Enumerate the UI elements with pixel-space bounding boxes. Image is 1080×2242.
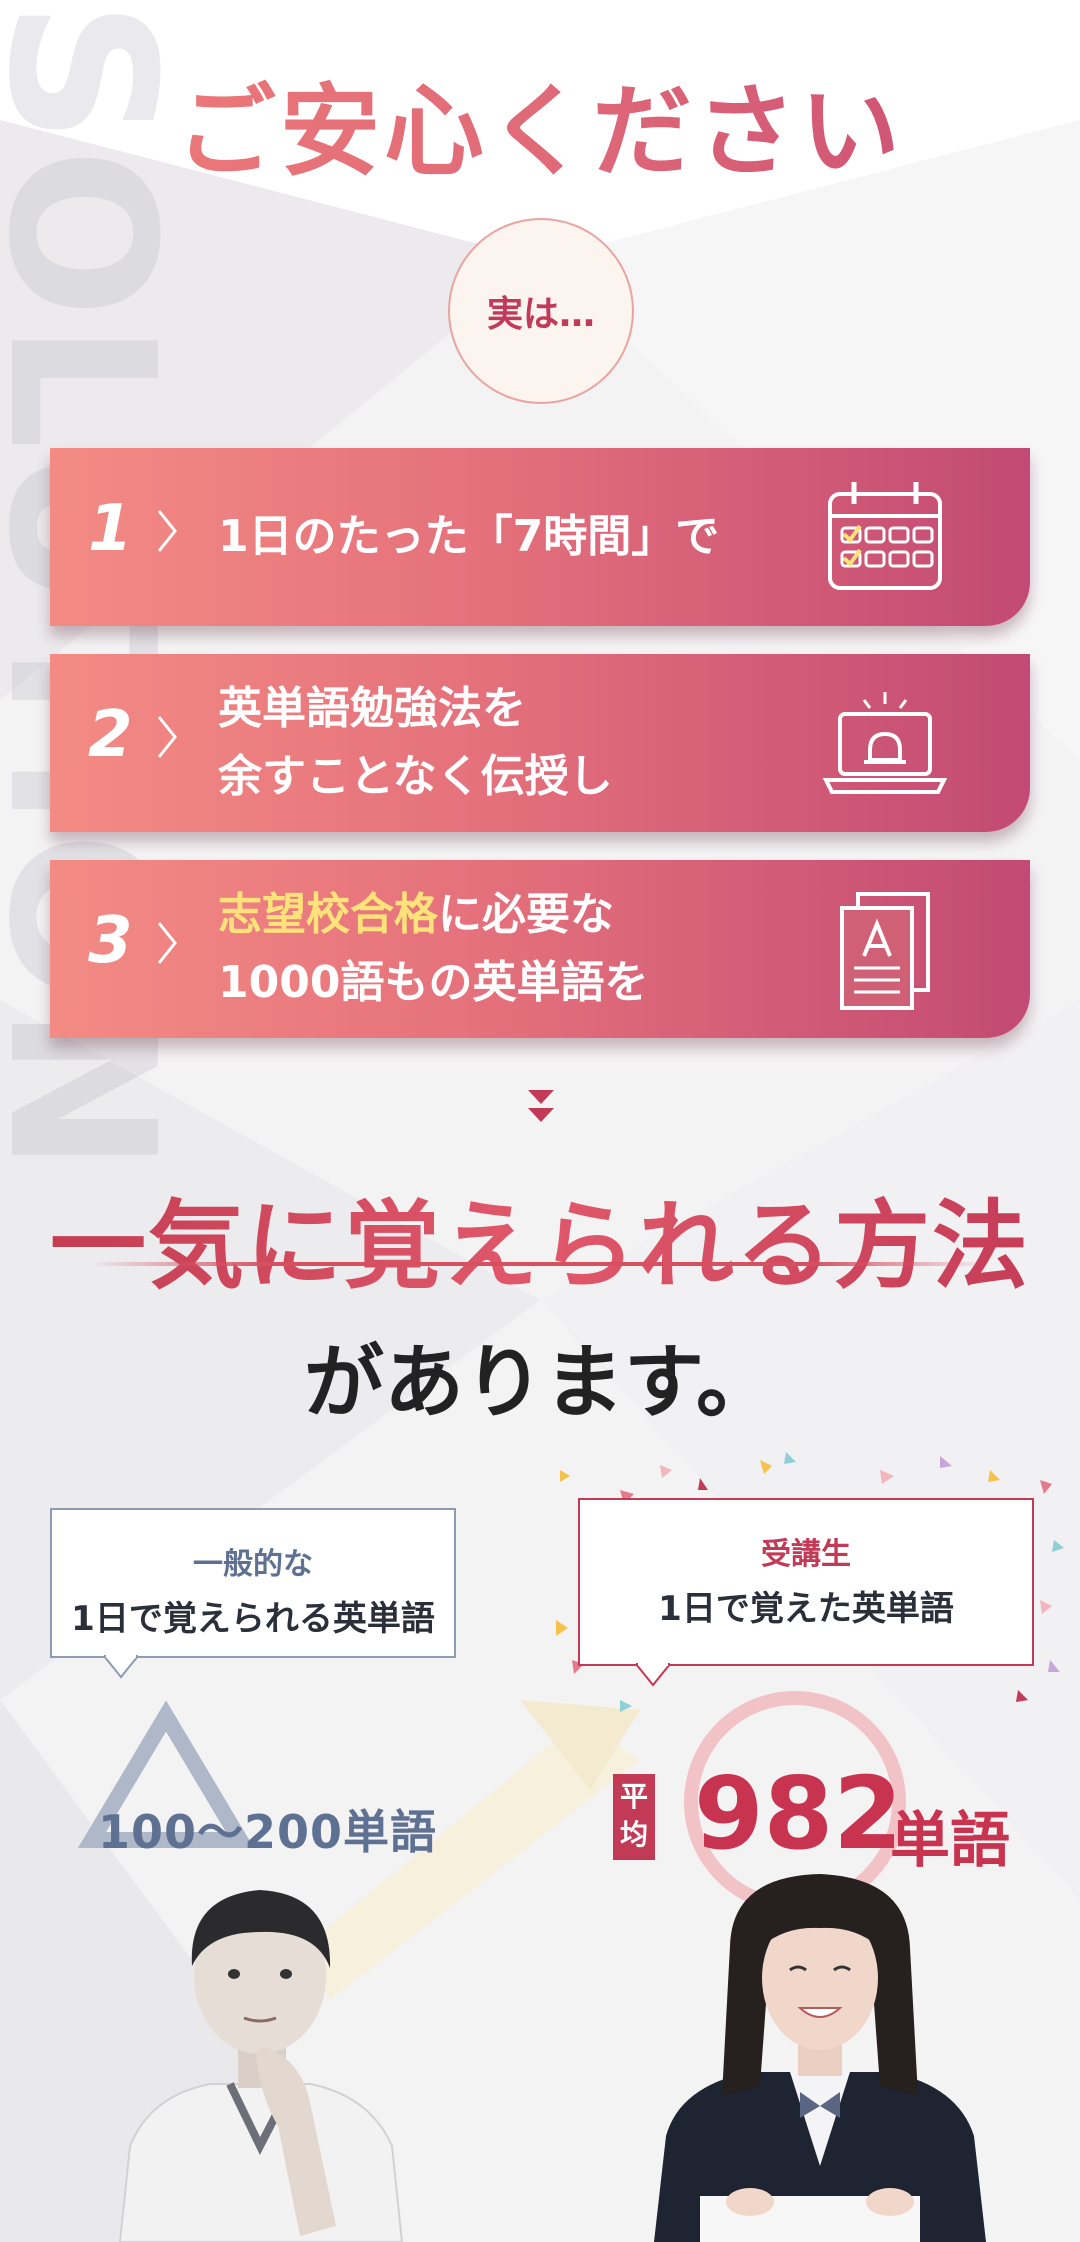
- general-label: 一般的な: [193, 1547, 313, 1582]
- main-heading: 一気に覚えられる方法: [0, 1168, 1080, 1307]
- student-label: 受講生: [761, 1537, 851, 1572]
- student-bubble: 受講生 1日で覚えた英単語: [578, 1498, 1034, 1666]
- calendar-icon: [828, 482, 942, 590]
- bubble-tail: [104, 1655, 138, 1679]
- card-text-line1: に必要な: [438, 889, 614, 940]
- boy-image: [118, 1890, 404, 2242]
- chevron-right-icon: [157, 716, 177, 758]
- bubble-tail: [636, 1663, 670, 1687]
- laptop-bell-icon: [822, 692, 948, 794]
- feature-card-3: 3 志望校合格に必要な 1000語もの英単語を: [50, 860, 1030, 1038]
- feature-card-2: 2 英単語勉強法を 余すことなく伝授し: [50, 654, 1030, 832]
- card-text-line1: 英単語勉強法を: [218, 683, 526, 734]
- chevron-right-icon: [157, 922, 177, 964]
- student-caption: 1日で覚えた英単語: [658, 1589, 954, 1629]
- card-number: 2: [88, 698, 133, 772]
- feature-card-1: 1 1日のたった「7時間」で: [50, 448, 1030, 626]
- card-number: 3: [88, 904, 133, 978]
- page-title: ご安心ください: [0, 50, 1080, 195]
- card-text-line2: 1000語もの英単語を: [218, 957, 649, 1008]
- student-image: [654, 1874, 986, 2242]
- intro-badge: 実は…: [448, 218, 634, 404]
- arrow-down-icon: [528, 1090, 554, 1122]
- card-number: 1: [88, 492, 133, 566]
- average-value: 982: [694, 1755, 903, 1872]
- general-bubble: 一般的な 1日で覚えられる英単語: [50, 1508, 456, 1658]
- card-highlight: 志望校合格: [218, 889, 438, 940]
- card-text-line2: 余すことなく伝授し: [218, 751, 613, 802]
- general-caption: 1日で覚えられる英単語: [71, 1599, 435, 1639]
- heading-underline: [90, 1262, 990, 1266]
- card-text-line1: 1日のたった「7時間」で: [218, 511, 720, 562]
- average-label: 平均: [613, 1774, 655, 1860]
- sub-heading: があります。: [304, 1335, 776, 1429]
- document-icon: [840, 892, 930, 1010]
- chevron-right-icon: [157, 510, 177, 552]
